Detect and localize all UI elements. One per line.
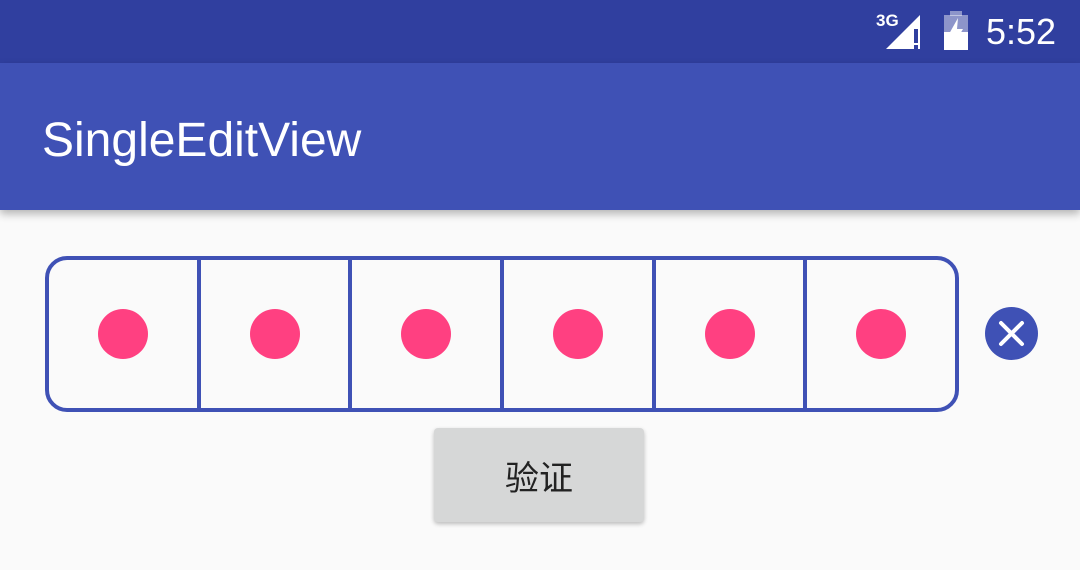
masked-digit-dot [704, 309, 755, 359]
masked-digit-dot [97, 309, 148, 359]
code-cell-5[interactable] [651, 260, 804, 408]
clock: 5:52 [986, 11, 1057, 52]
close-icon [999, 321, 1024, 346]
masked-digit-dot [401, 309, 452, 359]
battery-charging-icon [944, 11, 968, 50]
code-cell-3[interactable] [348, 260, 500, 408]
code-cell-6[interactable] [803, 260, 955, 408]
verification-code-input[interactable] [45, 256, 959, 412]
code-cell-4[interactable] [500, 260, 652, 408]
code-cell-2[interactable] [196, 260, 349, 408]
verify-button[interactable]: 验证 [434, 428, 644, 522]
app-title: SingleEditView [42, 114, 362, 167]
masked-digit-dot [552, 309, 603, 359]
clear-button[interactable] [985, 307, 1038, 360]
masked-digit-dot [856, 309, 907, 359]
app-bar: SingleEditView [0, 63, 1080, 210]
masked-digit-dot [249, 309, 300, 359]
signal-icon [886, 15, 920, 49]
status-bar: 3G 5:52 [0, 0, 1080, 63]
code-cell-1[interactable] [49, 260, 197, 408]
